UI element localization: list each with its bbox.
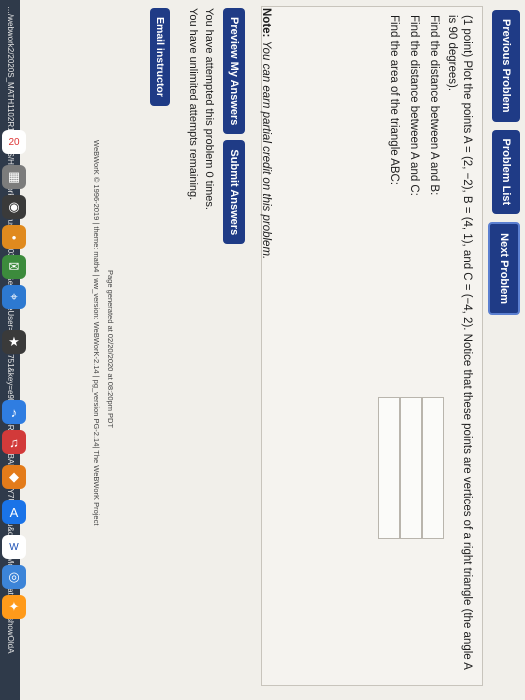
email-instructor-button[interactable]: Email instructor: [150, 8, 170, 106]
note-label: Note:: [260, 8, 272, 38]
itunes-icon[interactable]: ♫: [2, 430, 26, 454]
problem-nav: Previous Problem Problem List Next Probl…: [488, 10, 520, 316]
answer-field-ab[interactable]: [422, 397, 444, 539]
preview-answers-button[interactable]: Preview My Answers: [223, 8, 245, 135]
answer-field-area[interactable]: [378, 397, 400, 539]
footer-copyright: WeBWorK © 1996-2019 | theme: math4 | ww_…: [92, 140, 101, 526]
photos-icon[interactable]: ▦: [2, 165, 26, 189]
maps-icon[interactable]: ⌖: [2, 285, 26, 309]
books-icon[interactable]: ◆: [2, 465, 26, 489]
note-text: You can earn partial credit on this prob…: [260, 40, 272, 260]
partial-credit-note: Note: You can earn partial credit on thi…: [260, 8, 272, 259]
points-label: (1 point): [461, 15, 473, 58]
calendar-icon[interactable]: 20: [2, 130, 26, 154]
star-icon[interactable]: ★: [2, 330, 26, 354]
app-icon[interactable]: •: [2, 225, 26, 249]
app-icon-2[interactable]: ✦: [2, 595, 26, 619]
rotated-screen: Previous Problem Problem List Next Probl…: [0, 0, 525, 700]
safari-icon[interactable]: ◎: [2, 565, 26, 589]
music-icon[interactable]: ♪: [2, 400, 26, 424]
launchpad-icon[interactable]: ◉: [2, 195, 26, 219]
email-section: Email instructor: [150, 8, 170, 106]
answer-actions: Preview My Answers Submit Answers: [223, 8, 245, 245]
statement-text: Plot the points A = (2, −2), B = (4, 1),…: [446, 15, 473, 670]
previous-problem-button[interactable]: Previous Problem: [492, 10, 520, 122]
word-icon[interactable]: W: [2, 535, 26, 559]
answer-field-ac[interactable]: [400, 397, 422, 539]
problem-list-button[interactable]: Problem List: [492, 129, 520, 215]
remaining-text: You have unlimited attempts remaining.: [187, 8, 199, 201]
question-area: Find the area of the triangle ABC:: [388, 15, 400, 186]
app-store-icon[interactable]: A: [2, 500, 26, 524]
attempts-text: You have attempted this problem 0 times.: [203, 8, 215, 210]
page-generated: Page generated at 02/20/2020 at 08:20pm …: [106, 270, 115, 429]
messages-icon[interactable]: ✉: [2, 255, 26, 279]
submit-answers-button[interactable]: Submit Answers: [223, 140, 245, 245]
webwork-page: Previous Problem Problem List Next Probl…: [20, 0, 525, 700]
problem-box: (1 point) Plot the points A = (2, −2), B…: [261, 6, 483, 686]
problem-statement: (1 point) Plot the points A = (2, −2), B…: [444, 15, 474, 675]
question-distance-ab: Find the distance between A and B:: [428, 15, 440, 196]
question-distance-ac: Find the distance between A and C:: [408, 15, 420, 196]
next-problem-button[interactable]: Next Problem: [488, 222, 520, 316]
